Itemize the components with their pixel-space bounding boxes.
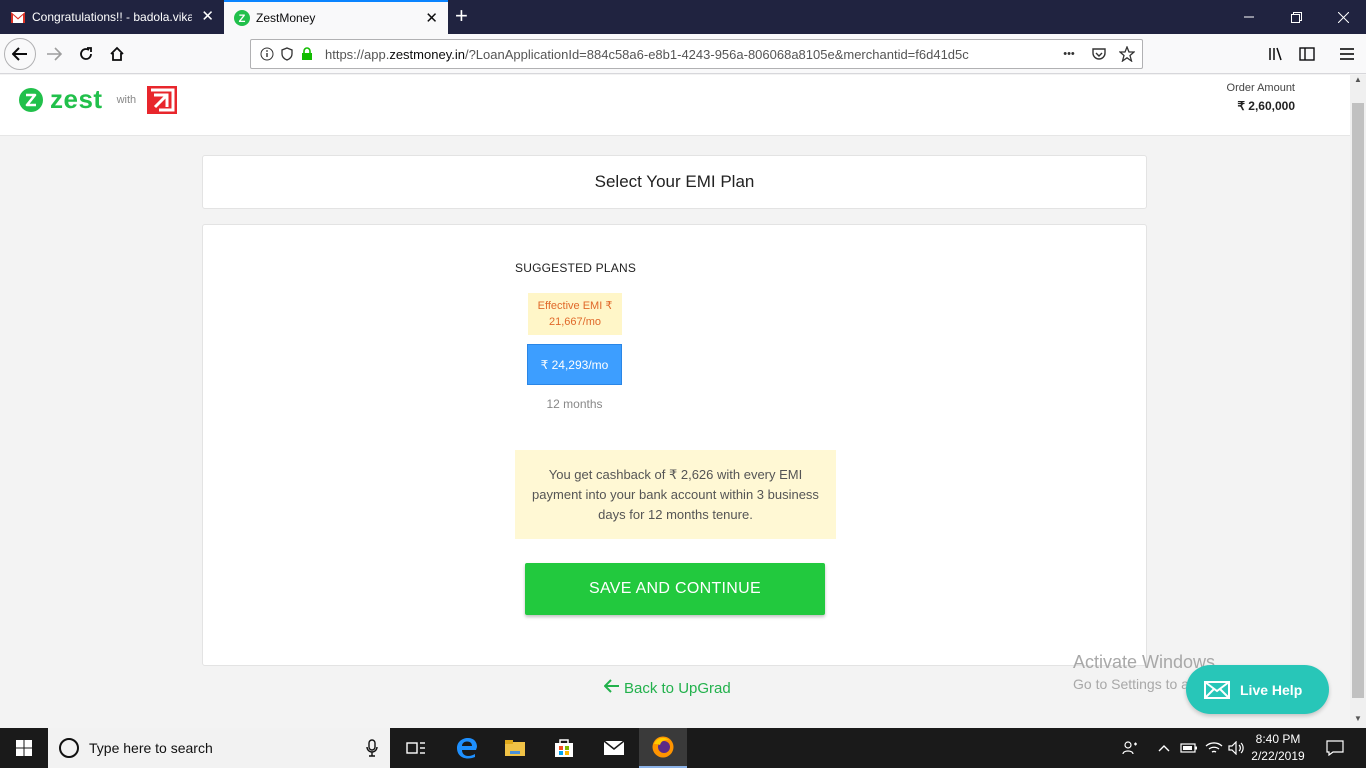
page-header: zest with Order Amount ₹ 2,60,000 xyxy=(0,75,1350,136)
sidebar-icon[interactable] xyxy=(1293,40,1321,68)
suggested-plans-heading: SUGGESTED PLANS xyxy=(515,261,637,275)
browser-navbar: https://app.zestmoney.in/?LoanApplicatio… xyxy=(0,34,1366,74)
save-and-continue-button[interactable]: SAVE AND CONTINUE xyxy=(525,563,825,615)
order-amount-label: Order Amount xyxy=(1226,82,1295,94)
live-help-button[interactable]: Live Help xyxy=(1186,665,1329,714)
home-icon[interactable] xyxy=(103,40,131,68)
back-to-upgrad-link[interactable]: Back to UpGrad xyxy=(603,678,731,698)
order-amount-value: ₹ 2,60,000 xyxy=(1237,99,1295,113)
file-explorer-icon[interactable] xyxy=(491,728,539,768)
zest-logo-icon xyxy=(19,87,43,112)
chevron-up-icon[interactable] xyxy=(1154,728,1174,768)
firefox-icon[interactable] xyxy=(639,728,687,768)
tab-gmail[interactable]: Congratulations!! - badola.vika ✕ xyxy=(0,0,224,34)
arrow-left-icon xyxy=(603,678,620,698)
plan-tenure: 12 months xyxy=(546,397,603,411)
people-icon[interactable] xyxy=(1118,728,1142,768)
clock-date: 2/22/2019 xyxy=(1251,749,1305,763)
minimize-icon[interactable] xyxy=(1226,0,1272,34)
back-link-label: Back to UpGrad xyxy=(624,679,731,697)
forward-arrow-icon[interactable] xyxy=(40,40,68,68)
page-scrollbar[interactable]: ▲ ▼ xyxy=(1350,75,1366,728)
info-icon[interactable] xyxy=(259,46,275,62)
zest-favicon-icon: Z xyxy=(234,10,250,26)
scroll-up-icon[interactable]: ▲ xyxy=(1350,75,1366,89)
lock-icon[interactable] xyxy=(299,46,315,62)
store-icon[interactable] xyxy=(540,728,588,768)
back-arrow-icon[interactable] xyxy=(4,38,36,70)
microphone-icon[interactable] xyxy=(366,739,378,762)
clock-time: 8:40 PM xyxy=(1255,732,1301,746)
scrollbar-thumb[interactable] xyxy=(1352,103,1364,698)
library-icon[interactable] xyxy=(1262,40,1290,68)
effective-emi-badge: Effective EMI ₹ 21,667/mo xyxy=(528,293,622,335)
search-placeholder: Type here to search xyxy=(89,740,213,756)
mail-icon[interactable] xyxy=(590,728,638,768)
effective-emi-label: Effective EMI ₹ xyxy=(537,300,613,312)
envelope-icon xyxy=(1204,680,1230,699)
emi-plan-card: SUGGESTED PLANS Effective EMI ₹ 21,667/m… xyxy=(202,224,1147,666)
effective-emi-value: 21,667/mo xyxy=(549,316,601,328)
tracking-shield-icon[interactable] xyxy=(279,46,295,62)
emi-plan-option-button[interactable]: ₹ 24,293/mo xyxy=(527,344,622,385)
taskbar-clock[interactable]: 8:40 PM 2/22/2019 xyxy=(1248,731,1308,765)
windows-start-icon[interactable] xyxy=(0,728,48,768)
hamburger-menu-icon[interactable] xyxy=(1333,40,1361,68)
wifi-icon[interactable] xyxy=(1203,728,1225,768)
browser-tabbar: Congratulations!! - badola.vika ✕ Z Zest… xyxy=(0,0,1366,34)
address-bar[interactable]: https://app.zestmoney.in/?LoanApplicatio… xyxy=(250,39,1143,69)
restore-icon[interactable] xyxy=(1273,0,1319,34)
tab-zestmoney[interactable]: Z ZestMoney ✕ xyxy=(224,0,448,34)
volume-icon[interactable] xyxy=(1226,728,1248,768)
cortana-icon xyxy=(59,738,79,758)
task-view-icon[interactable] xyxy=(392,728,440,768)
zest-logo[interactable]: zest with xyxy=(18,84,178,115)
taskbar-search-input[interactable]: Type here to search xyxy=(48,728,390,768)
live-help-label: Live Help xyxy=(1240,681,1303,698)
battery-icon[interactable] xyxy=(1178,728,1200,768)
new-tab-plus-icon[interactable]: + xyxy=(455,4,468,28)
reload-icon[interactable] xyxy=(72,40,100,68)
with-label: with xyxy=(116,93,137,106)
tab-title: ZestMoney xyxy=(256,11,316,25)
close-icon[interactable]: ✕ xyxy=(201,9,214,24)
gmail-icon xyxy=(10,9,26,25)
notifications-icon[interactable] xyxy=(1318,728,1352,768)
window-close-icon[interactable] xyxy=(1320,0,1366,34)
page-title: Select Your EMI Plan xyxy=(202,155,1147,209)
url-text: https://app.zestmoney.in/?LoanApplicatio… xyxy=(325,47,969,62)
page-actions-more-icon[interactable]: ••• xyxy=(1061,46,1077,62)
svg-text:Z: Z xyxy=(239,13,246,25)
scroll-down-icon[interactable]: ▼ xyxy=(1350,714,1366,728)
bookmark-star-icon[interactable] xyxy=(1119,46,1135,62)
edge-browser-icon[interactable] xyxy=(443,728,491,768)
cashback-notice: You get cashback of ₹ 2,626 with every E… xyxy=(515,450,836,539)
close-icon[interactable]: ✕ xyxy=(425,11,438,26)
tab-title: Congratulations!! - badola.vika xyxy=(32,10,192,24)
windows-taskbar: Type here to search 8:40 PM 2/22/2019 xyxy=(0,728,1366,768)
pocket-icon[interactable] xyxy=(1091,46,1107,62)
upgrad-logo-icon xyxy=(147,85,178,114)
brand-name: zest xyxy=(50,84,103,114)
